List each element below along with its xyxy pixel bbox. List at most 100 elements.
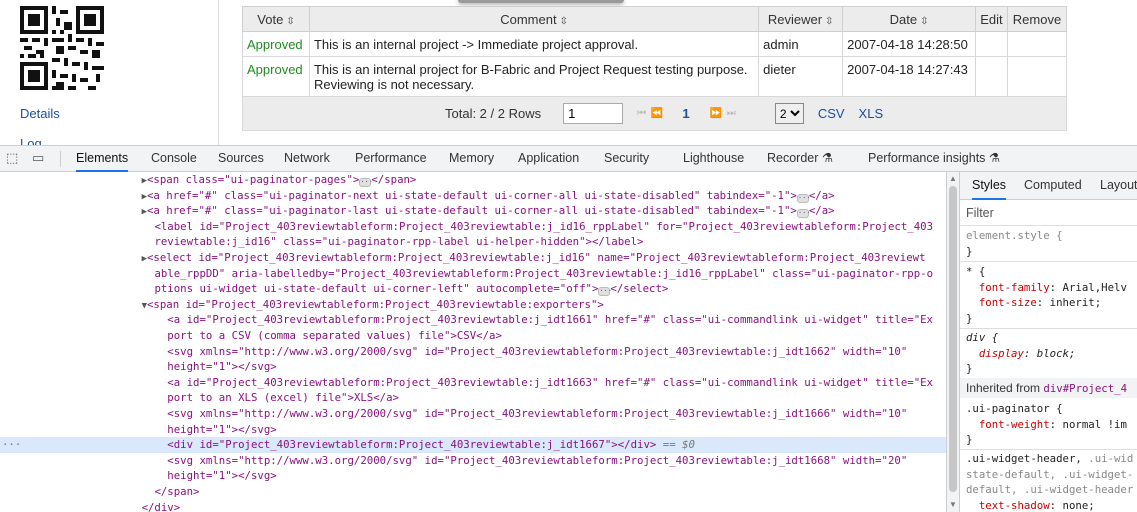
dom-node-line[interactable]: height="1"></svg>: [0, 422, 946, 438]
overlay-shadow: [458, 0, 624, 3]
tab-recorder[interactable]: Recorder ⚗: [767, 146, 833, 172]
dom-node-line-selected[interactable]: ··· <div id="Project_403reviewtableform:…: [0, 437, 946, 453]
current-page-link[interactable]: 1: [682, 106, 689, 121]
dom-node-line[interactable]: ▶<a href="#" class="ui-paginator-next ui…: [0, 188, 946, 204]
remove-cell[interactable]: [1006, 31, 1068, 57]
dom-node-line[interactable]: port to a CSV (comma separated values) f…: [0, 328, 946, 344]
toolbar-separator: [60, 151, 61, 167]
tab-security[interactable]: Security: [604, 146, 649, 172]
qr-code-icon: [20, 6, 104, 90]
dom-node-line[interactable]: port to an XLS (excel) file">XLS</a>: [0, 390, 946, 406]
tab-performance-insights[interactable]: Performance insights ⚗: [868, 146, 1000, 172]
rule-divider: [960, 261, 1137, 262]
style-rule-selector: * {: [966, 265, 986, 278]
reviewer-cell: dieter: [758, 56, 844, 97]
tab-computed[interactable]: Computed: [1024, 172, 1082, 200]
dom-node-line[interactable]: height="1"></svg>: [0, 468, 946, 484]
dom-node-line[interactable]: able_rppDD" aria-labelledby="Project_403…: [0, 266, 946, 282]
tab-lighthouse[interactable]: Lighthouse: [683, 146, 744, 172]
vote-cell: Approved: [242, 56, 310, 97]
tab-application[interactable]: Application: [518, 146, 579, 172]
tab-layout[interactable]: Layout: [1100, 172, 1137, 200]
tab-sources[interactable]: Sources: [218, 146, 264, 172]
dom-node-line[interactable]: ▶<select id="Project_403reviewtableform:…: [0, 250, 946, 266]
device-toolbar-icon[interactable]: ▭: [32, 151, 48, 165]
collapsed-ellipsis-icon[interactable]: ···: [796, 209, 811, 219]
table-header-row: Vote ⇳ Comment ⇳ Reviewer ⇳ Date ⇳ Edit Remo…: [242, 6, 1068, 32]
column-header-remove: Remove: [1006, 6, 1068, 32]
tab-elements[interactable]: Elements: [76, 146, 129, 172]
style-property[interactable]: font-family: Arial,Helv: [966, 280, 1127, 296]
next-last-page-icons[interactable]: ⏩ ⏭: [710, 106, 737, 121]
first-prev-page-icons[interactable]: ⏮ ⏪: [637, 106, 664, 121]
column-header-comment[interactable]: Comment ⇳: [308, 6, 760, 32]
inherited-from-header: Inherited from div#Project_4: [960, 378, 1137, 398]
column-header-vote[interactable]: Vote ⇳: [242, 6, 310, 32]
dom-node-line[interactable]: <a id="Project_403reviewtableform:Projec…: [0, 375, 946, 391]
tab-styles[interactable]: Styles: [972, 172, 1007, 200]
app-viewport: Details Log Vote ⇳ Comment ⇳ Reviewer ⇳ Dat…: [0, 0, 1137, 145]
dom-node-line[interactable]: <a id="Project_403reviewtableform:Projec…: [0, 312, 946, 328]
style-property[interactable]: font-size: inherit;: [966, 295, 1101, 311]
sidebar-divider: [218, 0, 219, 145]
sidebar-link-details[interactable]: Details: [20, 106, 60, 121]
sort-icon: ⇳: [559, 15, 568, 27]
style-rule-selector: default, .ui-widget-header: [966, 483, 1134, 497]
dom-node-line[interactable]: ▼<span id="Project_403reviewtableform:Pr…: [0, 297, 946, 313]
flask-icon: ⚗: [821, 151, 834, 165]
inherited-element-link[interactable]: div#Project_4: [1043, 382, 1127, 395]
elements-tree[interactable]: ▶<span class="ui-paginator-pages">···</s…: [0, 172, 946, 512]
dom-node-line[interactable]: ▶<span class="ui-paginator-pages">···</s…: [0, 172, 946, 188]
rule-divider: [960, 328, 1137, 329]
styles-tabbar: Styles Computed Layout: [960, 172, 1137, 200]
style-rule-selector: .ui-paginator {: [966, 402, 1063, 415]
style-rule-selector: .ui-widget-header, .ui-wid: [966, 452, 1134, 465]
column-header-date[interactable]: Date ⇳: [842, 6, 976, 32]
style-property[interactable]: text-shadow: none;: [966, 498, 1095, 512]
export-xls-link[interactable]: XLS: [859, 106, 884, 121]
dom-node-line[interactable]: <svg xmlns="http://www.w3.org/2000/svg" …: [0, 406, 946, 422]
dom-node-line[interactable]: reviewtable:j_id16" class="ui-paginator-…: [0, 234, 946, 250]
column-header-reviewer[interactable]: Reviewer ⇳: [758, 6, 844, 32]
dom-node-line[interactable]: </div>: [0, 500, 946, 512]
paginator-row: Total: 2 / 2 Rows ⏮ ⏪ 1 ⏩ ⏭ 2 CSV XLS: [242, 96, 1067, 131]
edit-cell[interactable]: [974, 31, 1008, 57]
edit-cell[interactable]: [974, 56, 1008, 97]
date-cell: 2007-04-18 14:27:43: [842, 56, 976, 97]
dom-node-line[interactable]: <svg xmlns="http://www.w3.org/2000/svg" …: [0, 344, 946, 360]
styles-filter-input[interactable]: Filter: [960, 200, 1137, 226]
sidebar-link-log[interactable]: Log: [20, 136, 42, 145]
collapsed-ellipsis-icon[interactable]: ···: [796, 193, 811, 203]
scroll-up-icon[interactable]: ▲: [949, 174, 957, 183]
collapsed-ellipsis-icon[interactable]: ···: [598, 287, 612, 297]
collapsed-ellipsis-icon[interactable]: ···: [359, 178, 373, 187]
style-property[interactable]: display: block;: [966, 346, 1076, 362]
comment-cell: This is an internal project for B-Fabric…: [308, 56, 760, 97]
inspect-element-icon[interactable]: ⬚: [6, 151, 22, 165]
scrollbar-thumb[interactable]: [949, 186, 957, 492]
dom-node-line[interactable]: ptions ui-widget ui-state-default ui-cor…: [0, 281, 946, 297]
dom-node-line[interactable]: height="1"></svg>: [0, 359, 946, 375]
tab-network[interactable]: Network: [284, 146, 330, 172]
style-property[interactable]: font-weight: normal !im: [966, 417, 1127, 433]
page-jump-input[interactable]: [563, 103, 624, 124]
style-rule-close: }: [966, 244, 973, 258]
tab-performance[interactable]: Performance: [355, 146, 427, 172]
remove-cell[interactable]: [1006, 56, 1068, 97]
styles-pane: Styles Computed Layout Filter element.st…: [960, 172, 1137, 512]
tab-memory[interactable]: Memory: [449, 146, 494, 172]
node-actions-icon[interactable]: ···: [2, 437, 21, 453]
style-rule-selector: div {: [966, 331, 999, 344]
style-rule-close: }: [966, 311, 973, 325]
dom-node-line[interactable]: <svg xmlns="http://www.w3.org/2000/svg" …: [0, 453, 946, 469]
elements-scrollbar[interactable]: ▲ ▼: [946, 172, 960, 512]
dom-node-line[interactable]: <label id="Project_403reviewtableform:Pr…: [0, 219, 946, 235]
export-csv-link[interactable]: CSV: [818, 106, 845, 121]
dom-node-line[interactable]: ▶<a href="#" class="ui-paginator-last ui…: [0, 203, 946, 219]
scroll-down-icon[interactable]: ▼: [949, 500, 957, 509]
vote-cell: Approved: [242, 31, 310, 57]
rows-per-page-select[interactable]: 2: [774, 103, 804, 124]
comment-line: Reviewing is not necessary.: [313, 77, 475, 92]
dom-node-line[interactable]: </span>: [0, 484, 946, 500]
tab-console[interactable]: Console: [151, 146, 197, 172]
